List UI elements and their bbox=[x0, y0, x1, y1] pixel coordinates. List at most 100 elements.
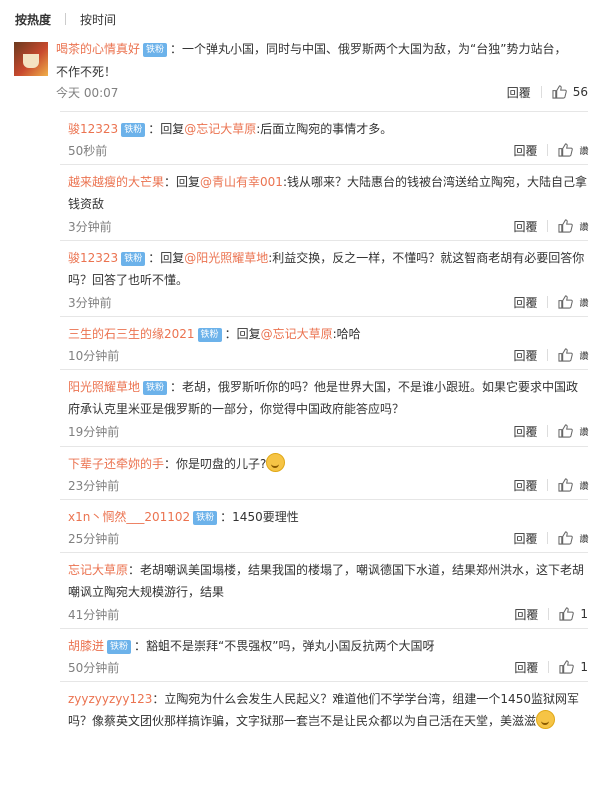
reply-button[interactable]: 回覆 bbox=[513, 423, 537, 440]
reply-username[interactable]: 越来越瘦的大芒果 bbox=[68, 175, 164, 189]
reply-meta: 10分钟前 回覆 讚 bbox=[68, 345, 588, 365]
like-button[interactable]: 讚 bbox=[558, 348, 588, 362]
reply-username[interactable]: 下辈子还牵妳的手 bbox=[68, 457, 164, 471]
timestamp: 3分钟前 bbox=[68, 219, 112, 234]
like-button[interactable]: 1 bbox=[559, 607, 588, 621]
thumbs-up-icon bbox=[559, 660, 575, 674]
thumbs-up-icon bbox=[552, 85, 567, 99]
reply-button[interactable]: 回覆 bbox=[513, 294, 537, 311]
reply-meta: 19分钟前 回覆 讚 bbox=[68, 421, 588, 441]
mention-link[interactable]: @青山有幸001 bbox=[200, 175, 283, 189]
fan-badge[interactable]: 铁粉 bbox=[197, 328, 222, 342]
timestamp: 50秒前 bbox=[68, 143, 108, 158]
mention-link[interactable]: @忘记大草原 bbox=[184, 122, 256, 136]
reply-button[interactable]: 回覆 bbox=[513, 530, 537, 547]
reply-item: 阳光照耀草地 铁粉 ：老胡，俄罗斯听你的吗？他是世界大国，不是谁小跟班。如果它要求中… bbox=[60, 369, 588, 445]
reply-username[interactable]: 阳光照耀草地 bbox=[68, 380, 140, 394]
thumbs-up-icon bbox=[558, 219, 574, 233]
reply-prefix: ：1450要理性 bbox=[220, 510, 299, 524]
reply-text: 阳光照耀草地 铁粉 ：老胡，俄罗斯听你的吗？他是世界大国，不是谁小跟班。如果它要求中… bbox=[68, 376, 588, 420]
reply-text: 越来越瘦的大芒果：回复@青山有幸001:钱从哪来？大陆惠台的钱被台湾送给立陶宛，… bbox=[68, 171, 588, 215]
reply-actions: 回覆 1 bbox=[514, 659, 588, 676]
reply-username[interactable]: 骏12323 bbox=[68, 251, 118, 265]
fan-badge[interactable]: 铁粉 bbox=[121, 123, 146, 137]
reply-prefix: ：豁蛆不是崇拜“不畏强权”吗，弹丸小国反抗两个大国呀 bbox=[134, 639, 435, 653]
reply-body: :利益交换，反之一样，不懂吗？就这智商老胡有必要回答你吗？回答了也听不懂。 bbox=[68, 251, 585, 287]
reply-text: zyyzyyzyy123：立陶宛为什么会发生人民起义？难道他们不学学台湾，组建一… bbox=[68, 688, 588, 732]
reply-username[interactable]: x1n丶惘然___201102 bbox=[68, 510, 190, 524]
thumbs-up-icon bbox=[558, 348, 574, 362]
mention-link[interactable]: @忘记大草原 bbox=[261, 327, 333, 341]
thumbs-up-icon bbox=[558, 143, 574, 157]
like-button[interactable]: 1 bbox=[559, 660, 588, 674]
fan-badge[interactable]: 铁粉 bbox=[143, 43, 168, 57]
reply-username[interactable]: 胡膝迸 bbox=[68, 639, 104, 653]
like-count: 56 bbox=[572, 85, 588, 99]
reply-username[interactable]: 骏12323 bbox=[68, 122, 118, 136]
reply-username[interactable]: zyyzyyzyy123 bbox=[68, 692, 152, 706]
reply-button[interactable]: 回覆 bbox=[513, 477, 537, 494]
reply-item: 骏12323 铁粉 ：回复@忘记大草原:后面立陶宛的事情才多。 50秒前 回覆 讚 bbox=[60, 111, 588, 164]
reply-prefix: ：回复 bbox=[148, 122, 185, 136]
reply-button[interactable]: 回覆 bbox=[513, 142, 537, 159]
reply-item: 胡膝迸 铁粉 ：豁蛆不是崇拜“不畏强权”吗，弹丸小国反抗两个大国呀 50分钟前 回覆 1 bbox=[60, 628, 588, 681]
reply-meta: 3分钟前 回覆 讚 bbox=[68, 292, 588, 312]
sort-by-time[interactable]: 按时间 bbox=[80, 11, 116, 28]
reply-username[interactable]: 忘记大草原 bbox=[68, 563, 128, 577]
mention-link[interactable]: @阳光照耀草地 bbox=[184, 251, 268, 265]
like-label: 讚 bbox=[579, 427, 588, 438]
action-divider bbox=[547, 220, 549, 232]
reply-actions: 回覆 讚 bbox=[513, 142, 588, 159]
reply-item: x1n丶惘然___201102 铁粉 ：1450要理性 25分钟前 回覆 讚 bbox=[60, 499, 588, 552]
like-button[interactable]: 讚 bbox=[558, 295, 588, 309]
laugh-emoji bbox=[536, 710, 556, 729]
action-divider bbox=[548, 661, 550, 673]
reply-text: x1n丶惘然___201102 铁粉 ：1450要理性 bbox=[68, 506, 588, 528]
action-divider bbox=[547, 144, 549, 156]
fan-badge[interactable]: 铁粉 bbox=[193, 511, 218, 525]
reply-meta: 50秒前 回覆 讚 bbox=[68, 140, 588, 160]
like-button[interactable]: 讚 bbox=[558, 478, 588, 492]
reply-text: 骏12323 铁粉 ：回复@忘记大草原:后面立陶宛的事情才多。 bbox=[68, 118, 588, 140]
fan-badge[interactable]: 铁粉 bbox=[107, 640, 132, 654]
like-button[interactable]: 56 bbox=[552, 85, 588, 99]
reply-meta: 23分钟前 回覆 讚 bbox=[68, 475, 588, 495]
fan-badge[interactable]: 铁粉 bbox=[143, 381, 168, 395]
sort-bar: 按热度 按时间 bbox=[0, 0, 603, 38]
reply-actions: 回覆 讚 bbox=[513, 347, 588, 364]
timestamp: 3分钟前 bbox=[68, 295, 112, 310]
reply-username[interactable]: 三生的石三生的缘2021 bbox=[68, 327, 195, 341]
reply-meta: 41分钟前 回覆 1 bbox=[68, 604, 588, 624]
action-divider bbox=[547, 296, 549, 308]
sort-by-hot[interactable]: 按热度 bbox=[15, 11, 51, 28]
reply-button[interactable]: 回覆 bbox=[514, 659, 538, 676]
reply-actions: 回覆 讚 bbox=[513, 423, 588, 440]
reply-item: 三生的石三生的缘2021 铁粉 ：回复@忘记大草原:哈哈 10分钟前 回覆 讚 bbox=[60, 316, 588, 369]
like-button[interactable]: 讚 bbox=[558, 143, 588, 157]
reply-text: 骏12323 铁粉 ：回复@阳光照耀草地:利益交换，反之一样，不懂吗？就这智商老胡有… bbox=[68, 247, 588, 291]
reply-prefix: ：回复 bbox=[224, 327, 261, 341]
reply-button[interactable]: 回覆 bbox=[513, 218, 537, 235]
reply-meta: 3分钟前 回覆 讚 bbox=[68, 216, 588, 236]
comment-actions: 回覆 56 bbox=[507, 84, 588, 101]
like-button[interactable]: 讚 bbox=[558, 531, 588, 545]
reply-button[interactable]: 回覆 bbox=[507, 84, 531, 101]
fan-badge[interactable]: 铁粉 bbox=[121, 252, 146, 266]
thumbs-up-icon bbox=[558, 295, 574, 309]
like-label: 讚 bbox=[579, 298, 588, 309]
reply-prefix: ：老胡嘲讽美国塌楼，结果我国的楼塌了，嘲讽德国下水道，结果郑州洪水，这下老胡嘲讽… bbox=[68, 563, 585, 599]
action-divider bbox=[547, 532, 549, 544]
avatar[interactable] bbox=[14, 42, 48, 76]
like-button[interactable]: 讚 bbox=[558, 219, 588, 233]
reply-button[interactable]: 回覆 bbox=[513, 347, 537, 364]
like-label: 讚 bbox=[579, 146, 588, 157]
reply-item: 下辈子还牵妳的手：你是叨盘的儿子? 23分钟前 回覆 讚 bbox=[60, 446, 588, 499]
timestamp: 19分钟前 bbox=[68, 424, 120, 439]
reply-button[interactable]: 回覆 bbox=[514, 606, 538, 623]
reply-item: 越来越瘦的大芒果：回复@青山有幸001:钱从哪来？大陆惠台的钱被台湾送给立陶宛，… bbox=[60, 164, 588, 240]
reply-actions: 回覆 讚 bbox=[513, 530, 588, 547]
reply-meta: 50分钟前 回覆 1 bbox=[68, 657, 588, 677]
like-button[interactable]: 讚 bbox=[558, 424, 588, 438]
like-label: 讚 bbox=[579, 222, 588, 233]
username[interactable]: 喝茶的心情真好 bbox=[56, 42, 140, 56]
